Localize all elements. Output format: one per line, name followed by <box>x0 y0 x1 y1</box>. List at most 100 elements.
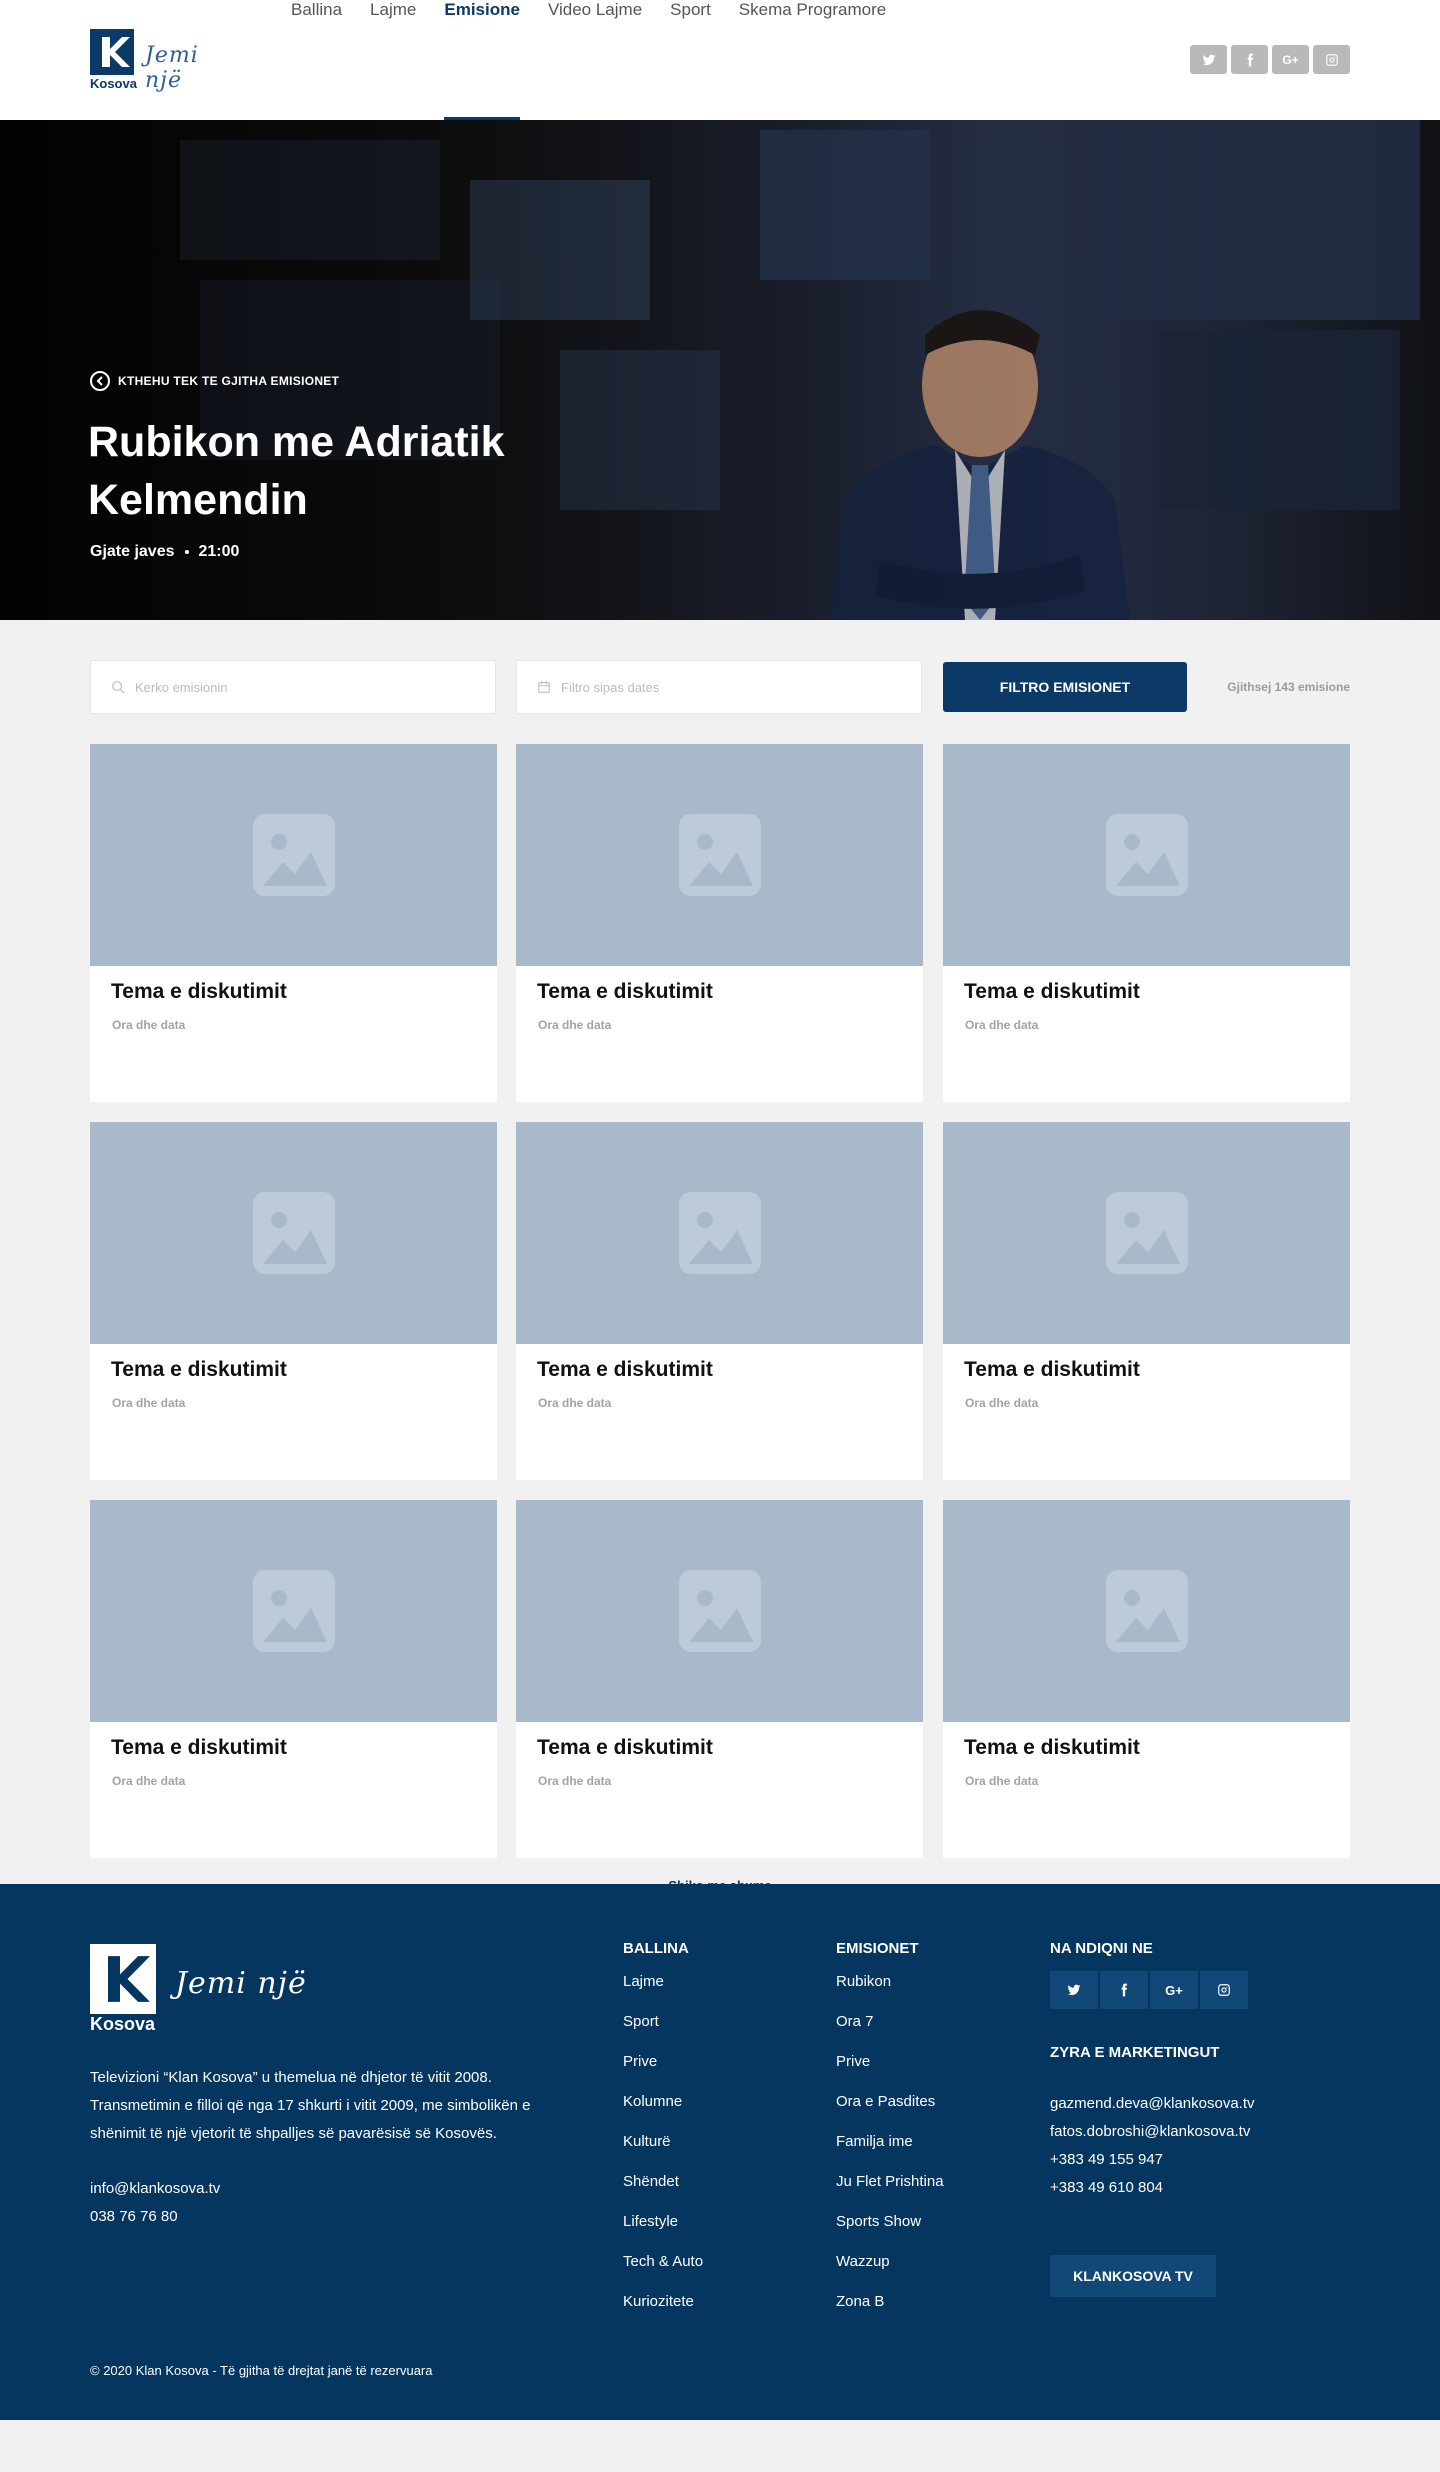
image-placeholder-icon <box>1105 1192 1188 1274</box>
marketing-email[interactable]: gazmend.deva@klankosova.tv <box>1050 2090 1255 2118</box>
image-placeholder-icon <box>678 814 761 896</box>
footer-social-links: G+ <box>1050 1971 1248 2009</box>
footer-google-plus-button[interactable]: G+ <box>1150 1971 1198 2009</box>
footer-facebook-button[interactable] <box>1100 1971 1148 2009</box>
filter-shows-button[interactable]: FILTRO EMISIONET <box>943 662 1187 712</box>
marketing-heading: ZYRA E MARKETINGUT <box>1050 2044 1220 2061</box>
footer-logo[interactable]: Kosova Jemi një <box>90 1944 330 2034</box>
image-placeholder-icon <box>252 814 335 896</box>
footer-link[interactable]: Familja ime <box>836 2133 944 2173</box>
footer-link[interactable]: Kulturë <box>623 2133 703 2173</box>
episode-card[interactable]: Tema e diskutimit Ora dhe data <box>516 744 923 1102</box>
episode-card[interactable]: Tema e diskutimit Ora dhe data <box>516 1122 923 1480</box>
footer-link[interactable]: Ju Flet Prishtina <box>836 2173 944 2213</box>
footer-link[interactable]: Rubikon <box>836 1973 944 2013</box>
episode-card[interactable]: Tema e diskutimit Ora dhe data <box>943 1122 1350 1480</box>
chevron-left-icon <box>90 371 110 391</box>
footer-email[interactable]: info@klankosova.tv <box>90 2175 220 2203</box>
footer-link[interactable]: Lifestyle <box>623 2213 703 2253</box>
nav-ballina[interactable]: Ballina <box>291 0 342 120</box>
logo-text: Kosova <box>90 76 137 91</box>
facebook-button[interactable] <box>1231 45 1268 74</box>
nav-emisione[interactable]: Emisione <box>444 0 520 120</box>
episode-date: Ora dhe data <box>965 1396 1039 1410</box>
klan-logo-icon <box>90 29 134 75</box>
show-title: Rubikon me Adriatik Kelmendin <box>88 418 505 524</box>
episode-card[interactable]: Tema e diskutimit Ora dhe data <box>90 1122 497 1480</box>
footer-column-heading[interactable]: BALLINA <box>623 1940 703 1957</box>
footer-logo-slogan: Jemi një <box>175 1966 307 2001</box>
twitter-button[interactable] <box>1190 45 1227 74</box>
episode-title: Tema e diskutimit <box>537 980 713 1003</box>
footer-link[interactable]: Sports Show <box>836 2213 944 2253</box>
episode-thumbnail <box>90 1122 497 1344</box>
footer-link[interactable]: Prive <box>836 2053 944 2093</box>
episode-card[interactable]: Tema e diskutimit Ora dhe data <box>90 1500 497 1858</box>
google-plus-icon: G+ <box>1165 1982 1183 1998</box>
footer-link[interactable]: Ora 7 <box>836 2013 944 2053</box>
search-placeholder: Kerko emisionin <box>135 679 228 695</box>
footer-link[interactable]: Shëndet <box>623 2173 703 2213</box>
instagram-icon <box>1325 53 1338 66</box>
search-input[interactable]: Kerko emisionin <box>90 660 496 714</box>
instagram-button[interactable] <box>1313 45 1350 74</box>
episode-title: Tema e diskutimit <box>111 980 287 1003</box>
logo[interactable]: Kosova Jemi një <box>90 29 240 93</box>
episode-thumbnail <box>90 1500 497 1722</box>
footer-link[interactable]: Kuriozitete <box>623 2293 703 2333</box>
footer-logo-text: Kosova <box>90 2014 156 2034</box>
footer-link[interactable]: Ora e Pasdites <box>836 2093 944 2133</box>
image-placeholder-icon <box>678 1192 761 1274</box>
footer-link[interactable]: Lajme <box>623 1973 703 2013</box>
logo-slogan: Jemi një <box>145 43 199 93</box>
episode-thumbnail <box>90 744 497 966</box>
marketing-email[interactable]: fatos.dobroshi@klankosova.tv <box>1050 2118 1255 2146</box>
back-to-all-shows-link[interactable]: KTHEHU TEK TE GJITHA EMISIONET <box>90 371 339 391</box>
image-placeholder-icon <box>678 1570 761 1652</box>
episode-card[interactable]: Tema e diskutimit Ora dhe data <box>943 1500 1350 1858</box>
google-plus-icon: G+ <box>1282 52 1299 67</box>
footer-link[interactable]: Wazzup <box>836 2253 944 2293</box>
footer-twitter-button[interactable] <box>1050 1971 1098 2009</box>
footer-column-heading[interactable]: EMISIONET <box>836 1940 944 1957</box>
header-social-links: G+ <box>1190 45 1350 74</box>
nav-skema-programore[interactable]: Skema Programore <box>739 0 886 120</box>
episode-card[interactable]: Tema e diskutimit Ora dhe data <box>90 744 497 1102</box>
footer-link[interactable]: Tech & Auto <box>623 2253 703 2293</box>
calendar-icon <box>538 681 550 693</box>
schedule-time: 21:00 <box>198 543 240 560</box>
date-placeholder: Filtro sipas dates <box>561 679 660 695</box>
google-plus-button[interactable]: G+ <box>1272 45 1309 74</box>
episode-date: Ora dhe data <box>965 1774 1039 1788</box>
marketing-phone: +383 49 610 804 <box>1050 2179 1164 2196</box>
image-placeholder-icon <box>1105 1570 1188 1652</box>
footer-link[interactable]: Sport <box>623 2013 703 2053</box>
search-icon <box>112 681 125 694</box>
episode-card[interactable]: Tema e diskutimit Ora dhe data <box>516 1500 923 1858</box>
episode-date: Ora dhe data <box>965 1018 1039 1032</box>
image-placeholder-icon <box>252 1570 335 1652</box>
copyright: © 2020 Klan Kosova - Të gjitha të drejta… <box>90 2363 433 2378</box>
twitter-icon <box>1202 54 1215 65</box>
episode-card[interactable]: Tema e diskutimit Ora dhe data <box>943 744 1350 1102</box>
episode-thumbnail <box>516 744 923 966</box>
klankosova-tv-button[interactable]: KLANKOSOVA TV <box>1050 2255 1216 2297</box>
episode-title: Tema e diskutimit <box>964 1358 1140 1381</box>
date-filter-input[interactable]: Filtro sipas dates <box>516 660 922 714</box>
footer-instagram-button[interactable] <box>1200 1971 1248 2009</box>
back-link-label: KTHEHU TEK TE GJITHA EMISIONET <box>118 374 340 388</box>
image-placeholder-icon <box>252 1192 335 1274</box>
site-header: Kosova Jemi një Ballina Lajme Emisione V… <box>0 0 1440 120</box>
episode-title: Tema e diskutimit <box>537 1736 713 1759</box>
main-nav: Ballina Lajme Emisione Video Lajme Sport… <box>291 0 914 120</box>
klan-logo-icon <box>90 1944 156 2014</box>
footer-link[interactable]: Prive <box>623 2053 703 2093</box>
footer-link[interactable]: Kolumne <box>623 2093 703 2133</box>
episode-date: Ora dhe data <box>112 1774 186 1788</box>
nav-sport[interactable]: Sport <box>670 0 711 120</box>
hero-banner: KTHEHU TEK TE GJITHA EMISIONET Rubikon m… <box>0 120 1440 620</box>
nav-video-lajme[interactable]: Video Lajme <box>548 0 642 120</box>
footer-link[interactable]: Zona B <box>836 2293 944 2333</box>
instagram-icon <box>1218 1984 1230 1996</box>
nav-lajme[interactable]: Lajme <box>370 0 416 120</box>
